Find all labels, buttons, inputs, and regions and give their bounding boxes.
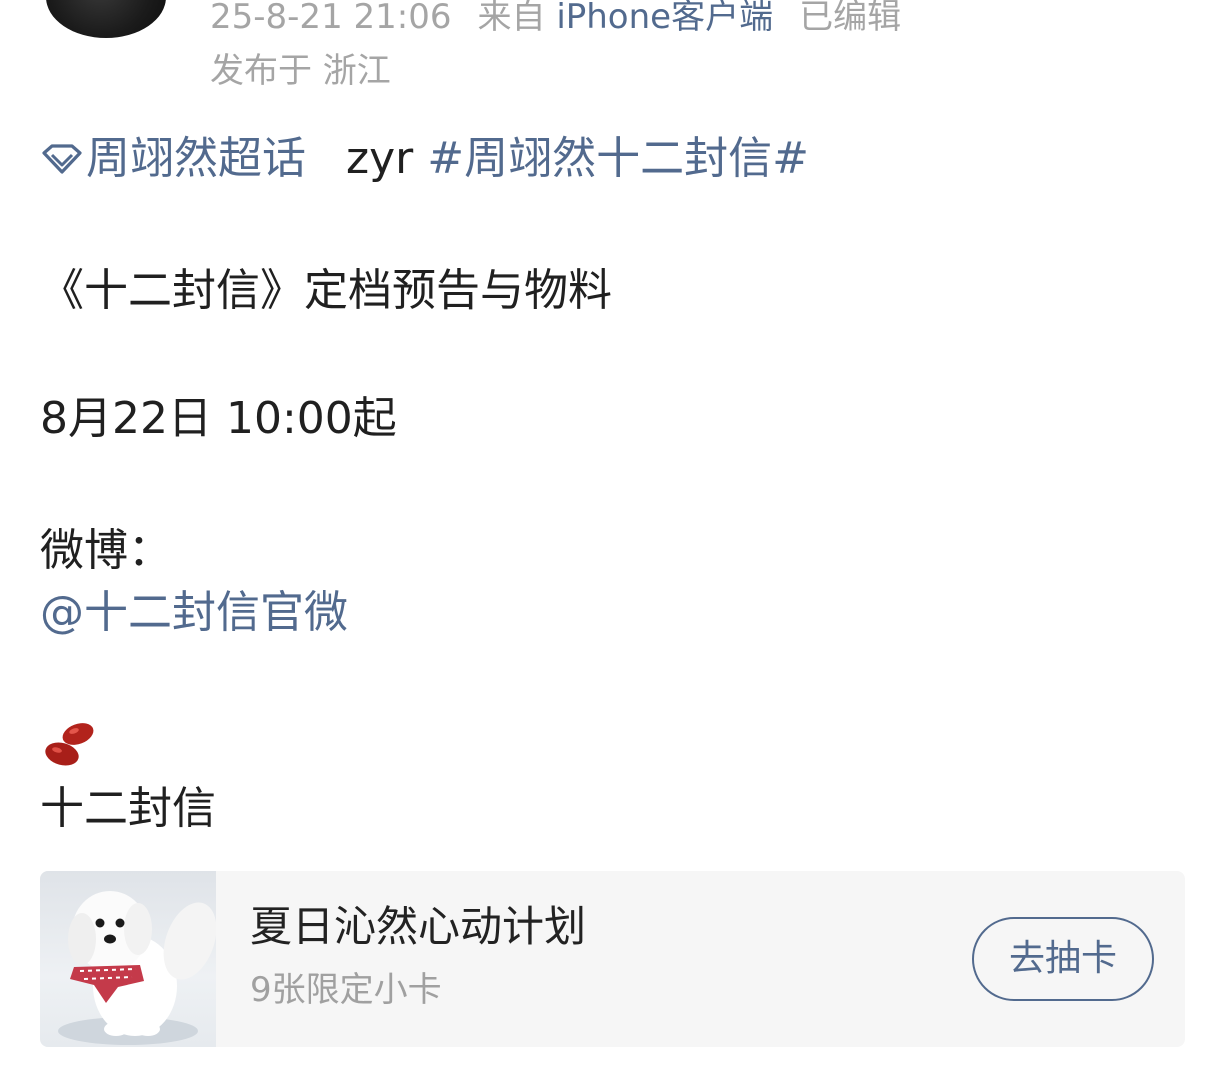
card-title: 夏日沁然心动计划: [250, 902, 587, 951]
hashtag-link[interactable]: #周翊然十二封信#: [427, 130, 809, 188]
source-link[interactable]: iPhone客户端: [556, 0, 773, 37]
author-tag: zyr: [346, 133, 414, 184]
post-timestamp: 25-8-21 21:06: [210, 0, 452, 37]
mention-link[interactable]: @十二封信官微: [40, 584, 348, 642]
post-date-line: 8月22日 10:00起: [40, 393, 397, 444]
post-meta: 25-8-21 21:06 来自 iPhone客户端 已编辑: [210, 0, 901, 40]
red-beans-emoji: [45, 723, 94, 766]
edited-label[interactable]: 已编辑: [799, 0, 901, 37]
card-draw-banner[interactable]: 夏日沁然心动计划 9张限定小卡 去抽卡: [40, 871, 1185, 1047]
supertopic-link[interactable]: 周翊然超话: [40, 130, 306, 188]
post-location: 发布于 浙江: [210, 51, 391, 91]
draw-card-button[interactable]: 去抽卡: [972, 917, 1154, 1001]
diamond-icon: [42, 144, 82, 174]
puppy-image: [58, 891, 217, 1045]
post-title-line: 《十二封信》定档预告与物料: [40, 265, 612, 316]
topic-row: 周翊然超话 zyr #周翊然十二封信#: [40, 130, 809, 188]
card-thumbnail: [40, 871, 217, 1047]
supertopic-label: 周翊然超话: [86, 133, 306, 184]
weibo-post: 25-8-21 21:06 来自 iPhone客户端 已编辑 发布于 浙江 周翊然超…: [0, 0, 1224, 1071]
source-prefix: 来自: [477, 0, 546, 37]
card-subtitle: 9张限定小卡: [250, 970, 442, 1010]
avatar[interactable]: [46, 0, 166, 38]
post-closing-line: 十二封信: [40, 783, 216, 834]
post-weibo-label: 微博：: [40, 525, 172, 576]
